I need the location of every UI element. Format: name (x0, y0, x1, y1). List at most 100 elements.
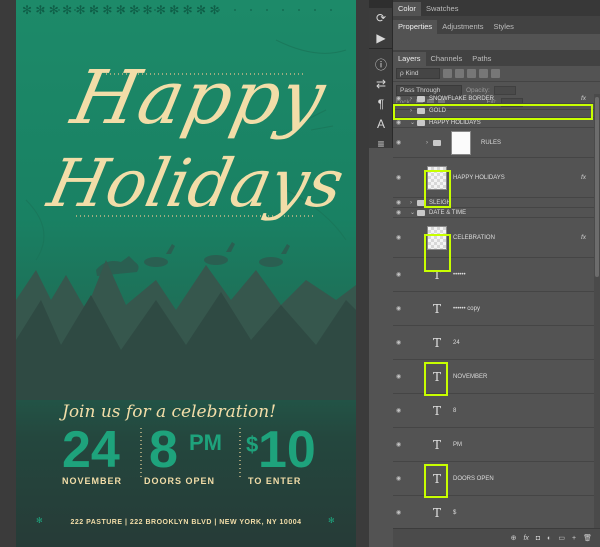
layer-row-snowflake-border[interactable]: ◉ › SNOWFLAKE BORDER fx (393, 94, 594, 104)
history-icon[interactable]: ⟳ (369, 8, 393, 28)
add-mask-icon[interactable]: ◘ (536, 535, 540, 542)
swap-icon[interactable]: ⇄ (369, 74, 393, 94)
poster-currency: $ (246, 432, 259, 457)
visibility-eye-icon[interactable]: ◉ (396, 272, 405, 278)
visibility-eye-icon[interactable]: ◉ (396, 210, 405, 216)
tab-styles[interactable]: Styles (488, 20, 518, 34)
play-icon[interactable]: ▶ (369, 28, 393, 48)
type-layer-icon[interactable]: T (427, 298, 447, 320)
character-icon[interactable]: A (369, 114, 393, 134)
filter-pixel-icon[interactable] (443, 69, 452, 78)
collapse-arrow-icon[interactable]: ⌄ (410, 209, 415, 216)
collapse-arrow-icon[interactable]: ⌄ (410, 119, 415, 126)
paragraph-icon[interactable]: ¶ (369, 94, 393, 114)
tab-paths[interactable]: Paths (467, 52, 496, 66)
poster-enter-label: TO ENTER (248, 476, 302, 486)
poster-celebration-text: Join us for a celebration! (62, 402, 277, 422)
poster-day: 24 (62, 421, 120, 479)
layer-row-8[interactable]: ◉ T 8 (393, 394, 594, 428)
properties-tabbar: Properties Adjustments Styles (393, 16, 600, 34)
type-layer-icon[interactable]: T (427, 502, 447, 524)
add-style-icon[interactable]: fx (523, 535, 528, 542)
filter-smart-icon[interactable] (491, 69, 500, 78)
folder-icon (433, 139, 441, 146)
new-layer-icon[interactable]: + (572, 535, 576, 542)
poster-price: 10 (258, 421, 316, 479)
layers-tabbar: Layers Channels Paths (393, 50, 600, 66)
visibility-eye-icon[interactable]: ◉ (396, 175, 405, 181)
photoshop-window: ✻ ✻ ✻ ✻ ✻ ✻ ✻ ✻ ✻ ✻ ✻ ✻ ✻ ✻ ✻ ✻ ✻ Happy … (0, 0, 600, 547)
visibility-eye-icon[interactable]: ◉ (396, 306, 405, 312)
visibility-eye-icon[interactable]: ◉ (396, 442, 405, 448)
layer-name: •••••• (453, 271, 466, 278)
folder-icon (417, 119, 425, 126)
canvas-area[interactable]: ✻ ✻ ✻ ✻ ✻ ✻ ✻ ✻ ✻ ✻ ✻ ✻ ✻ ✻ ✻ ✻ ✻ Happy … (0, 0, 369, 547)
link-layers-icon[interactable]: ⊕ (511, 534, 517, 542)
layer-fx-icon[interactable]: fx (581, 174, 586, 181)
layer-row-dots-copy[interactable]: ◉ T •••••• copy (393, 292, 594, 326)
expand-arrow-icon[interactable]: › (426, 140, 428, 146)
visibility-eye-icon[interactable]: ◉ (396, 200, 405, 206)
visibility-eye-icon[interactable]: ◉ (396, 476, 405, 482)
tab-adjustments[interactable]: Adjustments (437, 20, 488, 34)
panel-toolstrip: ⟳ ▶ ⓘ ⇄ ¶ A ≡ (369, 0, 393, 151)
new-group-icon[interactable]: ▭ (558, 534, 565, 542)
tab-channels[interactable]: Channels (426, 52, 468, 66)
visibility-eye-icon[interactable]: ◉ (396, 235, 405, 241)
layer-mask-thumbnail[interactable] (451, 130, 471, 155)
right-panels: Color Swatches Properties Adjustments St… (393, 0, 600, 547)
tab-properties[interactable]: Properties (393, 20, 438, 34)
visibility-eye-icon[interactable]: ◉ (396, 140, 405, 146)
folder-icon (417, 209, 425, 216)
layer-row-24[interactable]: ◉ T 24 (393, 326, 594, 360)
toolstrip-grip[interactable] (369, 0, 392, 8)
opacity-label: Opacity: (466, 86, 490, 94)
info-icon[interactable]: ⓘ (369, 54, 393, 74)
tab-swatches[interactable]: Swatches (421, 2, 464, 16)
layer-name: NOVEMBER (453, 373, 488, 380)
filter-adjust-icon[interactable] (455, 69, 464, 78)
visibility-eye-icon[interactable]: ◉ (396, 120, 405, 126)
layer-list: ◉ › SNOWFLAKE BORDER fx › GOLD ◉ ⌄ HAPPY… (393, 94, 594, 528)
layer-name: DATE & TIME (429, 209, 467, 216)
properties-body (393, 34, 600, 50)
poster-document[interactable]: ✻ ✻ ✻ ✻ ✻ ✻ ✻ ✻ ✻ ✻ ✻ ✻ ✻ ✻ ✻ ✻ ✻ Happy … (16, 0, 356, 547)
layer-row-pm[interactable]: ◉ T PM (393, 428, 594, 462)
text-panel-icon[interactable]: ≡ (369, 134, 393, 154)
visibility-eye-icon[interactable]: ◉ (396, 96, 405, 102)
expand-arrow-icon[interactable]: › (410, 200, 412, 206)
type-layer-icon[interactable]: T (427, 400, 447, 422)
folder-icon (417, 95, 425, 102)
visibility-eye-icon[interactable]: ◉ (396, 510, 405, 516)
layer-fx-icon[interactable]: fx (581, 234, 586, 241)
layer-name: 8 (453, 407, 457, 414)
filter-kind-select[interactable]: ρ Kind (396, 68, 440, 79)
layer-name: HAPPY HOLIDAYS (453, 174, 505, 181)
tab-layers[interactable]: Layers (393, 52, 426, 66)
trash-icon[interactable]: 🗑 (583, 534, 592, 542)
type-layer-icon[interactable]: T (427, 434, 447, 456)
layer-row-date-time[interactable]: ◉ ⌄ DATE & TIME (393, 208, 594, 218)
layer-name: 24 (453, 339, 460, 346)
layer-row-dollar[interactable]: ◉ T $ (393, 496, 594, 528)
layer-name: $ (453, 509, 457, 516)
poster-address: 222 PASTURE | 222 BROOKLYN BLVD | NEW YO… (70, 519, 302, 526)
tab-color[interactable]: Color (393, 2, 421, 16)
filter-shape-icon[interactable] (479, 69, 488, 78)
layer-name: PM (453, 441, 462, 448)
layers-scroll-thumb[interactable] (595, 97, 599, 277)
visibility-eye-icon[interactable]: ◉ (396, 408, 405, 414)
layer-row-rules[interactable]: ◉ › RULES (393, 128, 594, 158)
layer-fx-icon[interactable]: fx (581, 95, 586, 102)
layer-name: CELEBRATION (453, 234, 495, 241)
filter-type-icon[interactable] (467, 69, 476, 78)
adjustment-layer-icon[interactable]: ◐ (547, 535, 551, 542)
layer-name: RULES (481, 139, 502, 146)
poster-title-holidays: Holidays (41, 145, 351, 222)
visibility-eye-icon[interactable]: ◉ (396, 374, 405, 380)
highlight-celebration-thumb (424, 234, 451, 272)
expand-arrow-icon[interactable]: › (410, 96, 412, 102)
type-layer-icon[interactable]: T (427, 332, 447, 354)
visibility-eye-icon[interactable]: ◉ (396, 340, 405, 346)
layers-scrollbar[interactable] (594, 94, 600, 528)
